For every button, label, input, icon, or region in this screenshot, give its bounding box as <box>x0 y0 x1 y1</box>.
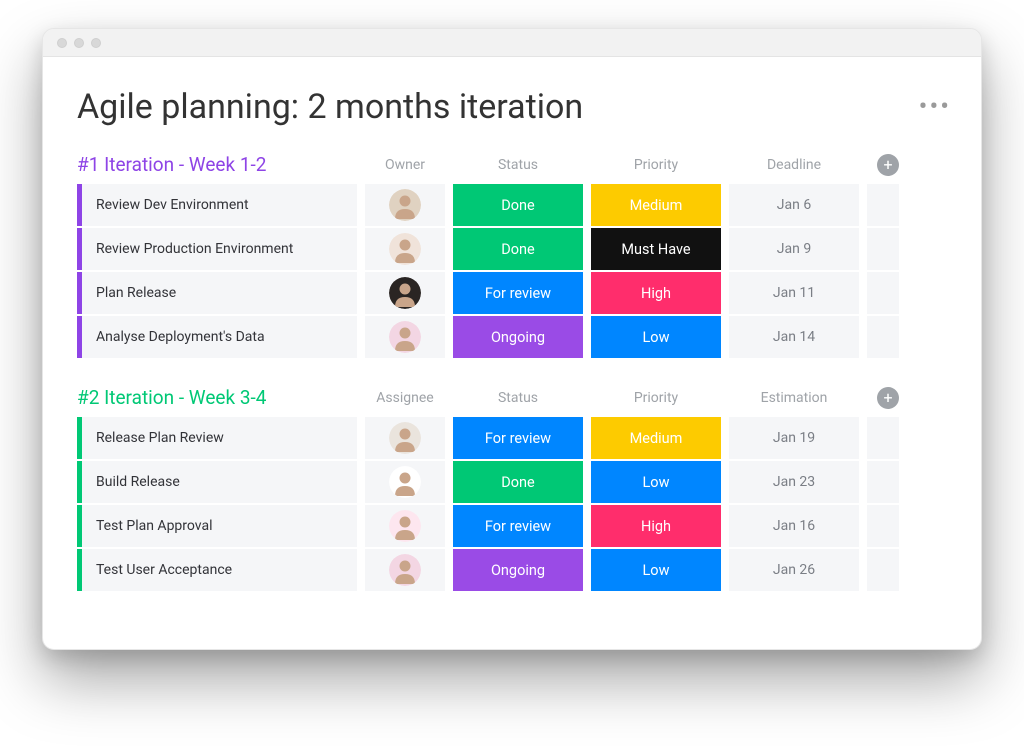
owner-cell[interactable] <box>365 228 445 270</box>
board-title: Agile planning: 2 months iteration <box>77 87 583 127</box>
column-header-owner[interactable]: Owner <box>365 157 445 173</box>
add-column-button[interactable]: + <box>877 154 899 176</box>
priority-cell[interactable]: Medium <box>591 184 721 226</box>
owner-cell[interactable] <box>365 461 445 503</box>
priority-cell[interactable]: High <box>591 505 721 547</box>
row-end-cell <box>867 417 899 459</box>
owner-cell[interactable] <box>365 184 445 226</box>
column-header-owner[interactable]: Assignee <box>365 390 445 406</box>
avatar[interactable] <box>389 554 421 586</box>
date-cell[interactable]: Jan 26 <box>729 549 859 591</box>
priority-cell[interactable]: Medium <box>591 417 721 459</box>
column-header-status[interactable]: Status <box>453 390 583 406</box>
status-cell[interactable]: Ongoing <box>453 316 583 358</box>
avatar[interactable] <box>389 277 421 309</box>
table-row[interactable]: Test Plan Approval For review High Jan 1… <box>77 505 951 547</box>
window-titlebar <box>43 29 981 57</box>
table-row[interactable]: Analyse Deployment's Data Ongoing Low Ja… <box>77 316 951 358</box>
task-name-cell[interactable]: Build Release <box>77 461 357 503</box>
avatar[interactable] <box>389 189 421 221</box>
column-header-priority[interactable]: Priority <box>591 390 721 406</box>
task-name-cell[interactable]: Analyse Deployment's Data <box>77 316 357 358</box>
task-name-cell[interactable]: Review Dev Environment <box>77 184 357 226</box>
group-rows: Review Dev Environment Done Medium Jan 6… <box>77 184 951 358</box>
column-header-date[interactable]: Deadline <box>729 157 859 173</box>
owner-cell[interactable] <box>365 549 445 591</box>
date-cell[interactable]: Jan 16 <box>729 505 859 547</box>
date-cell[interactable]: Jan 19 <box>729 417 859 459</box>
date-cell[interactable]: Jan 11 <box>729 272 859 314</box>
table-row[interactable]: Release Plan Review For review Medium Ja… <box>77 417 951 459</box>
table-row[interactable]: Review Dev Environment Done Medium Jan 6 <box>77 184 951 226</box>
table-row[interactable]: Test User Acceptance Ongoing Low Jan 26 <box>77 549 951 591</box>
date-cell[interactable]: Jan 6 <box>729 184 859 226</box>
task-name-cell[interactable]: Plan Release <box>77 272 357 314</box>
avatar[interactable] <box>389 422 421 454</box>
task-name-cell[interactable]: Release Plan Review <box>77 417 357 459</box>
group-header: #1 Iteration - Week 1-2 Owner Status Pri… <box>77 153 951 176</box>
date-cell[interactable]: Jan 14 <box>729 316 859 358</box>
status-cell[interactable]: For review <box>453 417 583 459</box>
row-end-cell <box>867 461 899 503</box>
task-name-cell[interactable]: Review Production Environment <box>77 228 357 270</box>
board-content: Agile planning: 2 months iteration ••• #… <box>43 57 981 649</box>
status-cell[interactable]: Ongoing <box>453 549 583 591</box>
task-name-cell[interactable]: Test User Acceptance <box>77 549 357 591</box>
priority-cell[interactable]: High <box>591 272 721 314</box>
group-header: #2 Iteration - Week 3-4 Assignee Status … <box>77 386 951 409</box>
column-header-status[interactable]: Status <box>453 157 583 173</box>
add-column-button[interactable]: + <box>877 387 899 409</box>
window-control-minimize[interactable] <box>74 38 84 48</box>
group-rows: Release Plan Review For review Medium Ja… <box>77 417 951 591</box>
owner-cell[interactable] <box>365 417 445 459</box>
status-cell[interactable]: Done <box>453 228 583 270</box>
window-control-close[interactable] <box>57 38 67 48</box>
app-window: Agile planning: 2 months iteration ••• #… <box>42 28 982 650</box>
board-more-icon[interactable]: ••• <box>919 94 951 120</box>
row-end-cell <box>867 184 899 226</box>
group-title[interactable]: #2 Iteration - Week 3-4 <box>77 386 357 409</box>
column-header-priority[interactable]: Priority <box>591 157 721 173</box>
priority-cell[interactable]: Low <box>591 549 721 591</box>
table-row[interactable]: Review Production Environment Done Must … <box>77 228 951 270</box>
priority-cell[interactable]: Must Have <box>591 228 721 270</box>
row-end-cell <box>867 505 899 547</box>
avatar[interactable] <box>389 233 421 265</box>
avatar[interactable] <box>389 466 421 498</box>
priority-cell[interactable]: Low <box>591 316 721 358</box>
avatar[interactable] <box>389 321 421 353</box>
date-cell[interactable]: Jan 23 <box>729 461 859 503</box>
status-cell[interactable]: For review <box>453 505 583 547</box>
priority-cell[interactable]: Low <box>591 461 721 503</box>
owner-cell[interactable] <box>365 316 445 358</box>
row-end-cell <box>867 228 899 270</box>
status-cell[interactable]: Done <box>453 461 583 503</box>
table-row[interactable]: Plan Release For review High Jan 11 <box>77 272 951 314</box>
status-cell[interactable]: Done <box>453 184 583 226</box>
group-title[interactable]: #1 Iteration - Week 1-2 <box>77 153 357 176</box>
owner-cell[interactable] <box>365 272 445 314</box>
avatar[interactable] <box>389 510 421 542</box>
row-end-cell <box>867 549 899 591</box>
date-cell[interactable]: Jan 9 <box>729 228 859 270</box>
row-end-cell <box>867 316 899 358</box>
task-name-cell[interactable]: Test Plan Approval <box>77 505 357 547</box>
table-row[interactable]: Build Release Done Low Jan 23 <box>77 461 951 503</box>
window-control-zoom[interactable] <box>91 38 101 48</box>
column-header-date[interactable]: Estimation <box>729 390 859 406</box>
owner-cell[interactable] <box>365 505 445 547</box>
board-header: Agile planning: 2 months iteration ••• <box>77 87 951 127</box>
row-end-cell <box>867 272 899 314</box>
status-cell[interactable]: For review <box>453 272 583 314</box>
